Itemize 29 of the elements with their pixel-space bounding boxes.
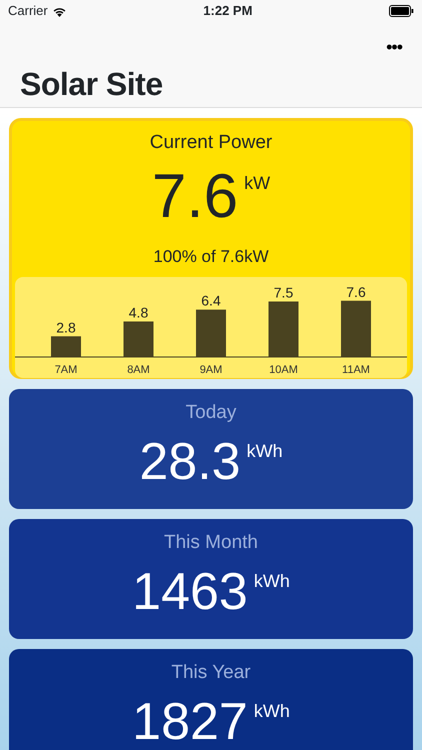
card-title: This Year [171,661,251,685]
bar-value-label: 4.8 [128,304,148,320]
axis-label: 7AM [54,364,78,376]
bar-value-label: 6.4 [201,292,221,309]
card-title: Today [186,401,236,425]
page-title: Solar Site [20,65,164,104]
bar-value-label: 7.6 [346,284,366,300]
energy-value: 1827 [132,696,248,748]
card-title: Current Power [150,131,272,155]
axis-label: 8AM [127,364,150,376]
bar-value-label: 2.8 [56,319,76,336]
axis-label: 9AM [200,364,222,376]
more-button[interactable]: ••• [386,38,402,56]
unit-label: kW [244,172,270,194]
carrier-name: Carrier [8,2,48,20]
wifi-icon [52,6,67,16]
power-subtitle: 100% of 7.6kW [153,246,269,268]
battery-icon [389,5,414,17]
axis-label: 11AM [342,364,370,376]
energy-value: 28.3 [139,436,241,488]
bar-value-label: 7.5 [274,284,294,300]
card-title: This Month [164,531,258,555]
unit-label: kWh [254,570,290,592]
unit-label: kWh [246,440,283,462]
unit-label: kWh [254,700,290,722]
axis-label: 10AM [269,364,298,376]
status-time: 1:22 PM [203,2,252,20]
power-value: 7.6 [152,166,238,228]
energy-value: 1463 [132,566,248,618]
